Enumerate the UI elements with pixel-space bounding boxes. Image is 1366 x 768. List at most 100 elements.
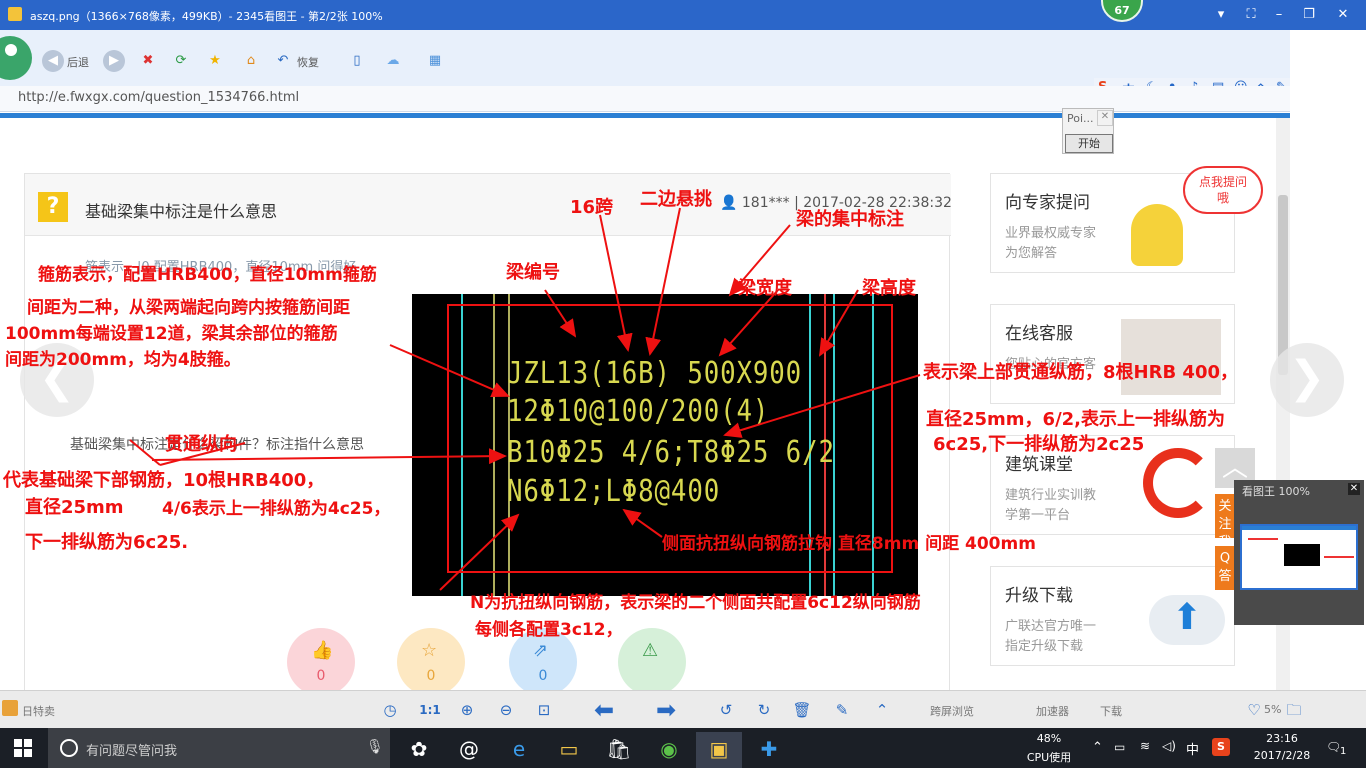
clock-time[interactable]: 23:16 xyxy=(1252,732,1312,745)
annotation-n-bar-1: N为抗扭纵向钢筋，表示梁的二个侧面共配置6c12纵向钢筋 xyxy=(470,593,921,613)
annotation-bottom-bar-2: 直径25mm xyxy=(25,497,124,518)
undo-icon[interactable]: ↶ xyxy=(272,50,294,72)
wifi-icon[interactable]: ≋ xyxy=(1140,739,1150,753)
zoom-out-icon[interactable]: ⊖ xyxy=(494,698,518,722)
cloud-icon[interactable]: ☁ xyxy=(382,50,404,72)
minimize-button[interactable]: – xyxy=(1268,6,1290,24)
pinwheel-app-icon[interactable]: ✿ xyxy=(396,732,442,768)
tray-expand-icon[interactable]: ⌃ xyxy=(1092,740,1103,755)
back-label[interactable]: 后退 xyxy=(67,54,89,70)
next-arrow-icon[interactable]: ➡ xyxy=(648,698,684,722)
popup-close-icon[interactable]: ✕ xyxy=(1097,110,1113,126)
apps-icon[interactable]: ▦ xyxy=(424,50,446,72)
cross-screen-label[interactable]: 跨屏浏览 xyxy=(930,703,974,719)
popup-start-button[interactable]: 开始 xyxy=(1065,134,1113,153)
app-icon xyxy=(8,7,22,21)
phone-icon[interactable]: ▯ xyxy=(346,50,368,72)
window-title: aszq.png（1366×768像素，499KB）- 2345看图王 - 第2… xyxy=(30,10,383,23)
floating-popup: Poi... ✕ 开始 xyxy=(1062,108,1114,154)
report-button[interactable]: ⚠ xyxy=(618,628,686,696)
zoom-in-icon[interactable]: ⊕ xyxy=(455,698,479,722)
mini-preview-thumbnail xyxy=(1240,524,1358,590)
ask-bubble[interactable]: 点我提问哦 xyxy=(1183,166,1263,214)
upgrade-download-card[interactable]: 升级下载 广联达官方唯一 指定升级下载 ⬆ xyxy=(990,566,1235,666)
annotation-bottom-bar-3: 4/6表示上一排纵筋为4c25， xyxy=(162,499,391,519)
favorite-count: 0 xyxy=(426,668,436,684)
folder-search-icon[interactable]: 🗀 xyxy=(1282,698,1306,722)
download-label[interactable]: 下载 xyxy=(1100,703,1122,719)
clock-date[interactable]: 2017/2/28 xyxy=(1244,749,1320,762)
drawing-line-2: 12Φ10@100/200(4) xyxy=(507,394,770,429)
mini-preview[interactable]: 看图王 100% ✕ xyxy=(1234,480,1364,625)
previous-arrow-icon[interactable]: ⬅ xyxy=(586,698,622,722)
fit-window-icon[interactable]: ⊡ xyxy=(532,698,556,722)
close-button[interactable]: ✕ xyxy=(1332,6,1354,24)
actual-size-button[interactable]: 1:1 xyxy=(418,698,442,722)
search-placeholder: 有问题尽管问我 xyxy=(86,744,178,759)
favorite-button[interactable]: ☆ 0 xyxy=(397,628,465,696)
edit-icon[interactable]: ✎ xyxy=(830,698,854,722)
annotation-stirrup-1: 箍筋表示，配置HRB400，直径10mm箍筋 xyxy=(38,265,377,285)
heart-icon[interactable]: ♡ xyxy=(1242,698,1266,722)
dropdown-icon[interactable]: ▾ xyxy=(1210,6,1232,24)
cortana-search-box[interactable]: 有问题尽管问我 🎙 xyxy=(48,728,390,768)
sogou-tray-icon[interactable]: S xyxy=(1212,738,1230,756)
online-service-title: 在线客服 xyxy=(1005,324,1073,344)
rotate-right-icon[interactable]: ↻ xyxy=(752,698,776,722)
annotation-n-bar-2: 每侧各配置3c12， xyxy=(475,620,623,640)
like-button[interactable]: 👍 0 xyxy=(287,628,355,696)
drawing-line-4: N6Φ12;LΦ8@400 xyxy=(507,474,721,509)
share-count: 0 xyxy=(538,668,548,684)
daily-sale-label[interactable]: 日特卖 xyxy=(22,703,55,719)
windows-start-icon[interactable] xyxy=(14,739,32,757)
stop-icon[interactable]: ✖ xyxy=(137,50,159,72)
notification-icon[interactable]: 🗨 xyxy=(1326,740,1341,754)
building-class-sub1: 建筑行业实训教 xyxy=(1005,488,1097,503)
microphone-icon[interactable]: 🎙 xyxy=(366,739,384,755)
score-badge[interactable]: 67 xyxy=(1101,0,1143,22)
mouse-icon[interactable]: ◷ xyxy=(378,698,402,722)
zoom-level-mini: 5% xyxy=(1264,703,1282,716)
annotation-stirrup-3: 100mm每端设置12道，梁其余部位的箍筋 xyxy=(5,324,338,344)
ime-indicator[interactable]: 中 xyxy=(1186,739,1199,758)
refresh-icon[interactable]: ⟳ xyxy=(170,50,192,72)
volume-icon[interactable]: ◁) xyxy=(1162,739,1176,753)
annotation-cantilever: 二边悬挑 xyxy=(640,189,712,210)
cpu-percent[interactable]: 48% xyxy=(1030,732,1068,745)
swirl-app-icon[interactable]: @ xyxy=(446,732,492,768)
fullscreen-icon[interactable]: ⛶ xyxy=(1240,6,1262,24)
image-viewer-task-icon[interactable]: ▣ xyxy=(696,732,742,768)
more-up-icon[interactable]: ⌃ xyxy=(870,698,894,722)
qa-button[interactable]: Q答 xyxy=(1215,546,1235,590)
restore-button[interactable]: ❐ xyxy=(1298,6,1320,24)
online-service-card[interactable]: 在线客服 您贴心的官方客 xyxy=(990,304,1235,404)
upload-icon: ⬆ xyxy=(1149,595,1225,645)
cpu-label[interactable]: CPU使用 xyxy=(1020,749,1078,765)
star-icon: ☆ xyxy=(421,640,438,661)
gift-icon[interactable] xyxy=(2,700,18,716)
accelerator-label[interactable]: 加速器 xyxy=(1036,703,1069,719)
follow-us-button[interactable]: 关注我们 xyxy=(1215,494,1235,568)
viewer-title-bar: aszq.png（1366×768像素，499KB）- 2345看图王 - 第2… xyxy=(0,0,1366,30)
annotation-span: 16跨 xyxy=(570,197,614,218)
home-icon[interactable]: ⌂ xyxy=(240,50,262,72)
file-explorer-icon[interactable]: ▭ xyxy=(546,732,592,768)
next-image-button[interactable]: ❯ xyxy=(1270,343,1344,417)
mini-preview-title: 看图王 100% xyxy=(1242,485,1310,498)
delete-icon[interactable]: 🗑 xyxy=(790,698,814,722)
annotation-beam-no: 梁编号 xyxy=(506,262,560,283)
store-icon[interactable]: 🛍 xyxy=(596,732,642,768)
rotate-left-icon[interactable]: ↺ xyxy=(714,698,738,722)
forward-icon[interactable]: ▶ xyxy=(103,50,125,72)
restore-label[interactable]: 恢复 xyxy=(297,54,319,70)
back-icon[interactable]: ◀ xyxy=(42,50,64,72)
url-text[interactable]: http://e.fwxgx.com/question_1534766.html xyxy=(18,90,299,105)
browser-360-icon[interactable]: ◉ xyxy=(646,732,692,768)
teamviewer-icon[interactable]: ✚ xyxy=(746,732,792,768)
ask-expert-title: 向专家提问 xyxy=(1005,193,1090,213)
favorite-star-icon[interactable]: ★ xyxy=(204,50,226,72)
edge-browser-icon[interactable]: e xyxy=(496,732,542,768)
mini-preview-close-icon[interactable]: ✕ xyxy=(1348,483,1360,495)
battery-icon[interactable]: ▭ xyxy=(1114,740,1125,754)
ask-expert-card[interactable]: 向专家提问 业界最权威专家 为您解答 点我提问哦 xyxy=(990,166,1263,273)
